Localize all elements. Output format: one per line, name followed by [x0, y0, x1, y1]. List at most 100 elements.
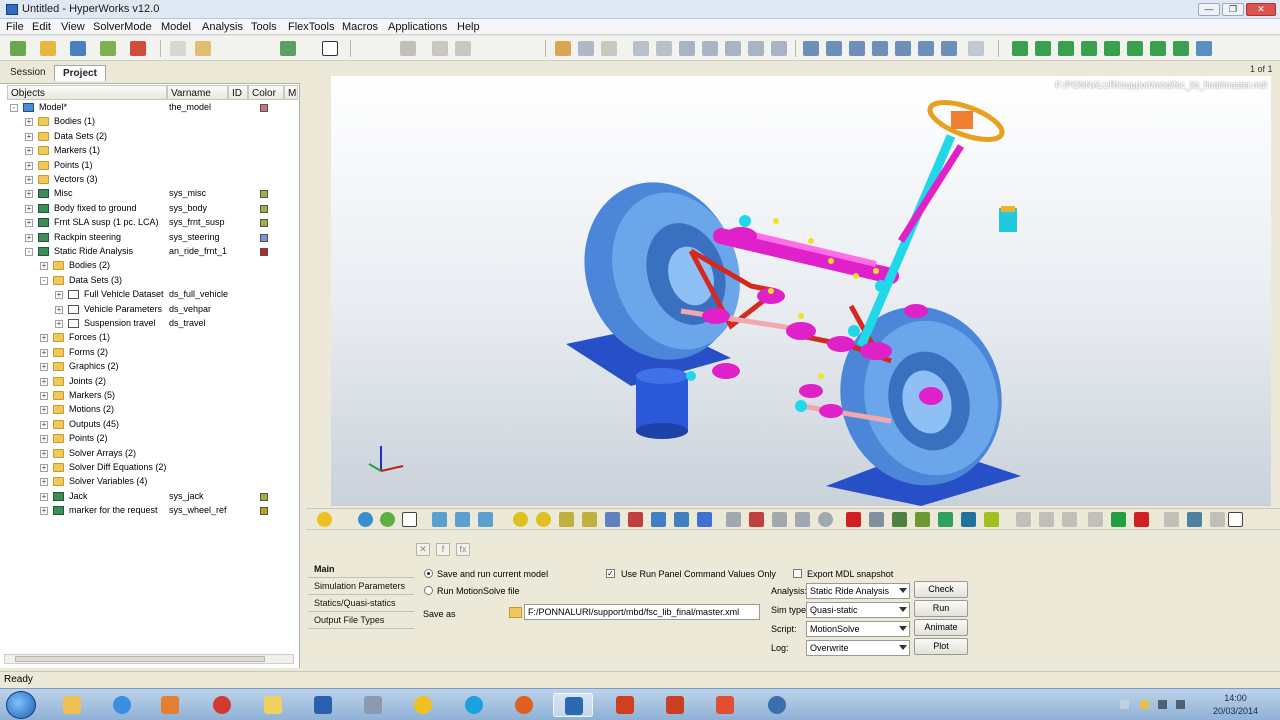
page-previous-icon[interactable]	[555, 41, 571, 56]
view-left-icon[interactable]	[849, 41, 865, 56]
taskbar-tools[interactable]	[353, 693, 393, 717]
axis-yx-icon[interactable]	[1127, 41, 1143, 56]
color-swatch[interactable]	[260, 248, 268, 256]
tree-row[interactable]: + Graphics (2)	[0, 360, 298, 374]
model-check-icon[interactable]	[1187, 512, 1202, 527]
expand-icon[interactable]: +	[40, 507, 48, 516]
tree-row[interactable]: + marker for the request sys_wheel_ref	[0, 504, 298, 518]
unresolved-icon[interactable]	[1164, 512, 1179, 527]
axis-yz-icon[interactable]	[1035, 41, 1051, 56]
collapse-icon[interactable]: -	[10, 104, 18, 112]
form-icon[interactable]	[1016, 512, 1031, 527]
taskbar-settings[interactable]	[757, 693, 797, 717]
undo-icon[interactable]	[170, 41, 186, 56]
add-page-icon[interactable]	[280, 41, 296, 56]
run-motionsolve-radio[interactable]	[424, 586, 433, 595]
expand-icon[interactable]: +	[25, 176, 33, 184]
expand-window-icon[interactable]	[400, 41, 416, 56]
expand-icon[interactable]: +	[40, 492, 48, 501]
check-button[interactable]: Check	[914, 581, 968, 598]
tree-row[interactable]: + Outputs (45)	[0, 418, 298, 432]
solver-arrays-icon[interactable]	[1088, 512, 1103, 527]
fit-icon[interactable]	[633, 41, 649, 56]
tree-row[interactable]: + Jack sys_jack	[0, 490, 298, 504]
expand-icon[interactable]: +	[25, 161, 33, 170]
tree-row[interactable]: + Markers (1)	[0, 144, 298, 158]
expand-icon[interactable]: +	[40, 392, 48, 400]
menu-file[interactable]: File	[6, 21, 24, 33]
open-model-icon[interactable]	[40, 41, 56, 56]
color-swatch[interactable]	[260, 204, 268, 213]
dataset-icon[interactable]	[961, 512, 976, 527]
menu-analysis[interactable]: Analysis	[202, 21, 243, 33]
paste-icon[interactable]	[455, 41, 471, 56]
local-axis-icon[interactable]	[1173, 41, 1189, 56]
panel-tab-main[interactable]: Main	[308, 562, 414, 578]
tray-arrow-icon[interactable]	[1120, 700, 1129, 709]
taskbar-chrome[interactable]	[202, 693, 242, 717]
point-icon[interactable]	[380, 512, 395, 527]
color-swatch[interactable]	[260, 190, 268, 199]
tree-row[interactable]: + Forms (2)	[0, 346, 298, 360]
spin-icon[interactable]	[748, 41, 764, 56]
project-browser-icon[interactable]	[432, 512, 447, 527]
axis-xz-icon[interactable]	[1081, 41, 1097, 56]
tree-row[interactable]: + Bodies (1)	[0, 115, 298, 129]
color-swatch[interactable]	[260, 104, 268, 112]
color-swatch[interactable]	[260, 219, 268, 228]
view-iso-icon[interactable]	[941, 41, 957, 56]
expand-icon[interactable]: +	[55, 305, 63, 314]
expand-icon[interactable]: +	[25, 233, 33, 242]
save-and-run-radio[interactable]	[424, 569, 433, 578]
collapse-icon[interactable]: -	[40, 276, 48, 285]
browse-folder-icon[interactable]	[509, 607, 522, 618]
gear-icon[interactable]	[795, 512, 810, 527]
color-swatch[interactable]	[260, 507, 268, 516]
view-right-icon[interactable]	[872, 41, 888, 56]
run-solver-icon[interactable]	[317, 512, 332, 527]
taskbar-skype[interactable]	[454, 693, 494, 717]
rotate-icon[interactable]	[725, 41, 741, 56]
panel-tab-statics[interactable]: Statics/Quasi-statics	[308, 596, 414, 612]
tree-row[interactable]: + Joints (2)	[0, 375, 298, 389]
tree-row[interactable]: - Data Sets (3)	[0, 274, 298, 288]
tree-row[interactable]: + Forces (1)	[0, 331, 298, 345]
taskbar-notes[interactable]	[253, 693, 293, 717]
expand-icon[interactable]: +	[55, 291, 63, 300]
curve-icon[interactable]	[892, 512, 907, 527]
system-clock[interactable]: 14:00 20/03/2014	[1213, 692, 1258, 718]
menu-flextools[interactable]: FlexTools	[288, 21, 334, 33]
page-next-icon[interactable]	[578, 41, 594, 56]
menu-help[interactable]: Help	[457, 21, 480, 33]
analysis-select[interactable]: Static Ride Analysis	[806, 583, 910, 599]
color-swatch[interactable]	[260, 492, 268, 501]
panel-expression-icon[interactable]: f	[436, 543, 450, 556]
expand-icon[interactable]: +	[55, 320, 63, 328]
tree-row[interactable]: + Full Vehicle Dataset ds_full_vehicle	[0, 288, 298, 302]
scrollbar-thumb[interactable]	[15, 656, 265, 662]
tray-volume-icon[interactable]	[1176, 700, 1185, 709]
expand-icon[interactable]: +	[40, 478, 48, 487]
script-select[interactable]: MotionSolve	[806, 621, 910, 637]
tree-row[interactable]: - Model* the_model	[0, 101, 298, 115]
menu-macros[interactable]: Macros	[342, 21, 378, 33]
variable-icon[interactable]	[915, 512, 930, 527]
copy-icon[interactable]	[195, 41, 211, 56]
find-icon[interactable]	[968, 41, 984, 56]
close-button[interactable]: ✕	[1246, 3, 1276, 16]
entity-list-icon[interactable]	[478, 512, 493, 527]
column-color[interactable]: Color	[248, 85, 284, 100]
contact-icon[interactable]	[749, 512, 764, 527]
expand-icon[interactable]: +	[40, 377, 48, 386]
display-options-icon[interactable]	[1196, 41, 1212, 56]
color-swatch[interactable]	[260, 233, 268, 242]
taskbar-pdf[interactable]	[605, 693, 645, 717]
plot-button[interactable]: Plot	[914, 638, 968, 655]
beam-icon[interactable]	[674, 512, 689, 527]
tree-row[interactable]: + Points (2)	[0, 432, 298, 446]
output-icon[interactable]	[772, 512, 787, 527]
save-as-field[interactable]: F:/PONNALURI/support/mbd/fsc_lib_final/m…	[524, 604, 760, 620]
expand-icon[interactable]: +	[40, 420, 48, 429]
axis-xy-icon[interactable]	[1012, 41, 1028, 56]
column-id[interactable]: ID	[228, 85, 248, 100]
